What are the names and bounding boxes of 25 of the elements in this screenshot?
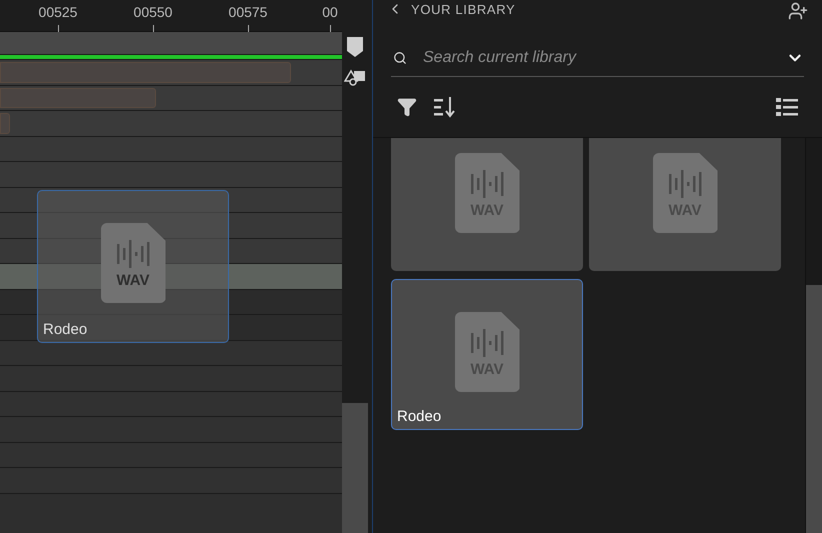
time-label: 00575 — [228, 5, 268, 19]
list-view-icon[interactable] — [776, 97, 798, 117]
shape-marker-icon[interactable] — [344, 68, 366, 86]
waveform-icon — [115, 238, 151, 268]
file-type-label: WAV — [116, 272, 150, 288]
waveform-icon — [469, 168, 505, 198]
file-name: Rodeo — [397, 406, 442, 426]
waveform-icon — [667, 168, 703, 198]
time-label: 00 — [321, 5, 339, 19]
audio-clip[interactable] — [0, 113, 10, 134]
time-label: 00525 — [38, 5, 78, 19]
scrollbar-thumb[interactable] — [806, 285, 822, 533]
time-label: 00550 — [132, 5, 174, 19]
audio-clip[interactable] — [0, 88, 156, 108]
file-name: Rodeo — [43, 320, 88, 340]
sort-icon[interactable] — [433, 96, 457, 118]
panel-title: YOUR LIBRARY — [411, 2, 516, 16]
audio-clip[interactable] — [0, 62, 291, 82]
marker-icon[interactable] — [346, 36, 364, 58]
search-field[interactable]: Search current library — [423, 46, 786, 70]
scrollbar-thumb[interactable] — [342, 403, 368, 533]
add-user-icon[interactable] — [788, 1, 808, 21]
search-icon — [393, 51, 407, 65]
filter-icon[interactable] — [397, 97, 417, 117]
waveform-icon — [469, 328, 505, 358]
